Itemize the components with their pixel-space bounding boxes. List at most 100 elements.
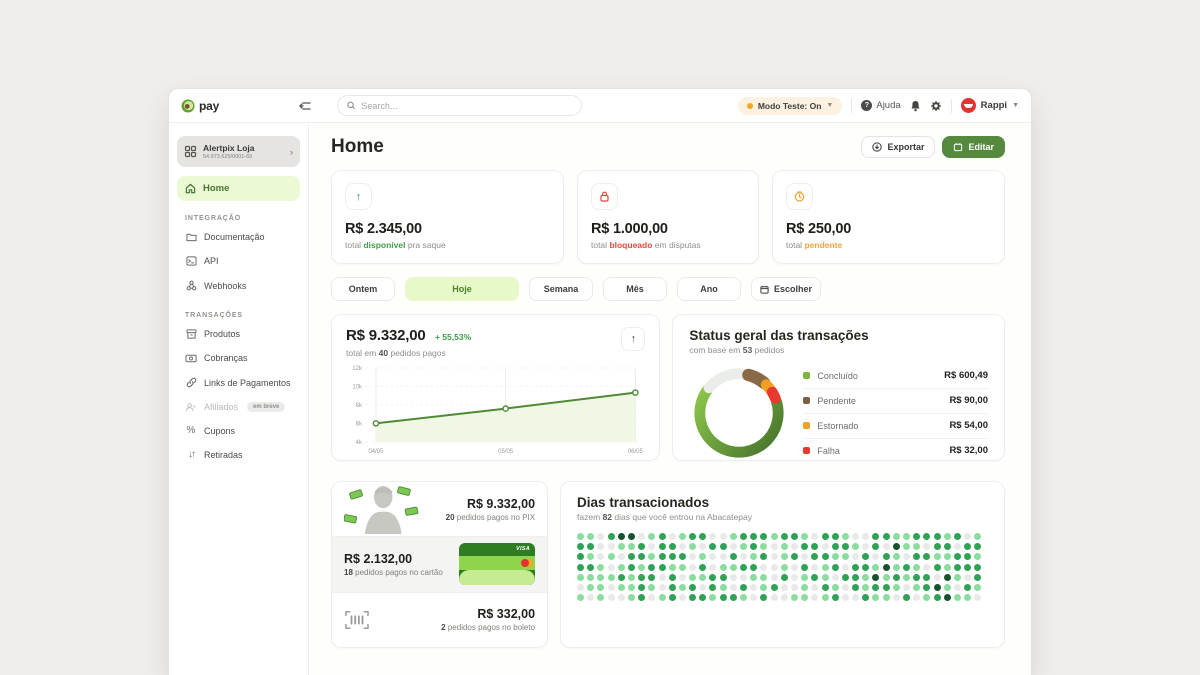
heatmap-dot (923, 563, 931, 571)
sidebar-collapse-icon[interactable] (299, 101, 311, 111)
heatmap-dot (689, 533, 697, 540)
heatmap-dot (587, 543, 595, 551)
heatmap-dot (719, 543, 727, 551)
legend-row-concluido: Concluído R$ 600,49 (803, 364, 988, 388)
heatmap-dot (933, 594, 941, 602)
sidebar-item-produtos[interactable]: Produtos (177, 322, 300, 346)
heatmap-dot (943, 563, 951, 571)
heatmap-dot (699, 573, 707, 581)
heatmap-dot (648, 553, 656, 561)
heatmap-dot (597, 553, 605, 561)
search-bar[interactable] (337, 95, 582, 116)
boleto-amount: R$ 332,00 (477, 607, 536, 622)
heatmap-dot (689, 573, 697, 581)
date-picker-button[interactable]: Escolher (751, 277, 822, 301)
sidebar-item-retiradas[interactable]: ↓↑ Retiradas (177, 443, 300, 467)
heatmap-dot (678, 563, 686, 571)
heatmap-dot (740, 533, 748, 540)
profile-menu[interactable]: Rappi ▼ (960, 98, 1019, 113)
heatmap-dot (729, 543, 737, 551)
tab-ontem[interactable]: Ontem (331, 277, 395, 301)
card-subtitle: 18 pedidos pagos no cartão (344, 567, 443, 577)
heatmap-dot (709, 594, 717, 602)
days-subtitle: fazem 82 dias que você entrou na Abacate… (577, 512, 752, 522)
heatmap-dot (750, 533, 758, 540)
heatmap-dot (678, 573, 686, 581)
heatmap-dot (729, 573, 737, 581)
edit-button[interactable]: Editar (942, 136, 1005, 158)
link-icon (185, 377, 197, 388)
revenue-subtitle: total em 40 pedidos pagos (346, 348, 446, 358)
heatmap-dot (760, 533, 768, 540)
heatmap-dot (607, 543, 615, 551)
heatmap-dot (638, 594, 646, 602)
help-button[interactable]: ? Ajuda (861, 100, 901, 111)
status-card: Status geral das transações com base em … (672, 314, 1005, 461)
heatmap-dot (780, 553, 788, 561)
heatmap-dot (740, 563, 748, 571)
heatmap-dot (729, 594, 737, 602)
heatmap-dot (770, 553, 778, 561)
heatmap-dot (577, 594, 585, 602)
heatmap-dot (892, 553, 900, 561)
heatmap-dot (913, 563, 921, 571)
boleto-stats: R$ 332,00 2 pedidos pagos no boleto (441, 607, 535, 632)
heatmap-dot (964, 553, 972, 561)
heatmap-dot (770, 543, 778, 551)
legend-swatch (803, 447, 811, 454)
heatmap-dot (668, 533, 676, 540)
chevron-right-icon: › (290, 146, 293, 157)
store-selector[interactable]: Alertpix Loja 54.973.625/0001-69 › (177, 136, 300, 167)
sidebar-item-links-pagamentos[interactable]: Links de Pagamentos (177, 370, 300, 395)
heatmap-dot (617, 594, 625, 602)
heatmap-dot (760, 594, 768, 602)
export-button[interactable]: Exportar (861, 136, 936, 158)
sidebar-item-cupons[interactable]: % Cupons (177, 419, 300, 443)
heatmap-dot (933, 533, 941, 540)
users-icon (185, 402, 197, 412)
home-icon (185, 183, 196, 194)
heatmap-dot (831, 583, 839, 591)
heatmap-dot (617, 533, 625, 540)
tab-semana[interactable]: Semana (529, 277, 593, 301)
expand-chart-button[interactable]: ↑ (621, 327, 646, 351)
heatmap-dot (678, 583, 686, 591)
heatmap-dot (689, 563, 697, 571)
test-mode-toggle[interactable]: Modo Teste: On ▼ (737, 96, 843, 115)
heatmap-dot (689, 594, 697, 602)
sidebar-item-webhooks[interactable]: Webhooks (177, 273, 300, 298)
heatmap-dot (638, 543, 646, 551)
svg-text:10k: 10k (352, 384, 362, 390)
stat-amount: R$ 250,00 (786, 221, 852, 237)
sidebar-item-afiliados[interactable]: Afiliados em breve (177, 395, 300, 419)
tab-hoje[interactable]: Hoje (405, 277, 519, 301)
heatmap-dot (882, 594, 890, 602)
sidebar-item-cobrancas[interactable]: Cobranças (177, 346, 300, 370)
data-point (632, 389, 639, 396)
sidebar-item-documentacao[interactable]: Documentação (177, 225, 300, 249)
svg-text:04/05: 04/05 (368, 449, 384, 455)
tab-ano[interactable]: Ano (677, 277, 741, 301)
heatmap-dot (801, 573, 809, 581)
app-window: pay Modo Teste: On ▼ ? Ajuda (168, 88, 1032, 675)
sidebar: Alertpix Loja 54.973.625/0001-69 › Home … (169, 123, 309, 675)
heatmap-dot (831, 543, 839, 551)
heatmap-dot (821, 573, 829, 581)
heatmap-dot (740, 573, 748, 581)
notifications-button[interactable] (910, 100, 921, 112)
sidebar-item-api[interactable]: API (177, 249, 300, 273)
card-row: R$ 2.132,00 18 pedidos pagos no cartão V… (332, 536, 548, 592)
heatmap-dot (790, 563, 798, 571)
settings-button[interactable] (930, 100, 942, 112)
search-input[interactable] (361, 100, 572, 111)
stats-row: ↑ R$ 2.345,00 total disponível pra saque (331, 170, 1005, 264)
heatmap-dot (627, 543, 635, 551)
sidebar-item-home[interactable]: Home (177, 176, 300, 201)
store-name: Alertpix Loja (203, 143, 255, 153)
visa-logo: VISA (516, 546, 531, 553)
main-content: Home Exportar Editar ↑ R$ 2.345,00 total… (309, 123, 1031, 675)
box-icon (185, 329, 197, 339)
heatmap-dot (678, 543, 686, 551)
heatmap-dot (964, 543, 972, 551)
tab-mes[interactable]: Mês (603, 277, 667, 301)
